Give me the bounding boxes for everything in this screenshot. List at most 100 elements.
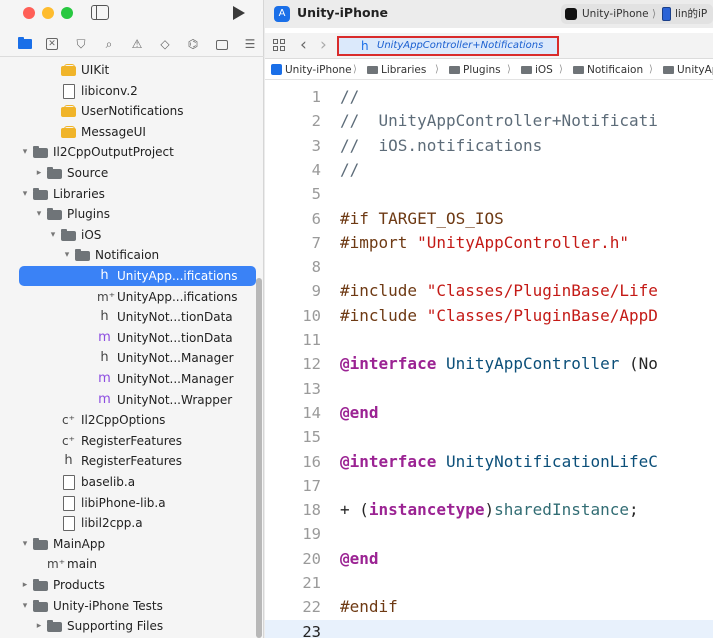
code-token: UnityAppController xyxy=(445,354,620,374)
disclosure-collapsed-icon[interactable]: ▸ xyxy=(34,163,44,183)
jump-bar-item[interactable]: Libraries xyxy=(381,60,426,79)
tree-row[interactable]: ▸ Products xyxy=(0,575,256,595)
tree-row[interactable]: h RegisterFeatures xyxy=(0,451,256,471)
code-line[interactable]: 6 #if TARGET_OS_IOS xyxy=(265,207,713,231)
code-line[interactable]: 9 #include "Classes/PluginBase/Life xyxy=(265,279,713,303)
code-token: @interface xyxy=(340,354,437,374)
code-line[interactable]: 8 xyxy=(265,255,713,279)
source-control-navigator-icon[interactable]: ✕ xyxy=(46,38,58,50)
tree-row[interactable]: libil2cpp.a xyxy=(0,513,256,533)
disclosure-expanded-icon[interactable]: ▾ xyxy=(48,225,58,245)
tree-row[interactable]: ▾ Libraries xyxy=(0,184,256,204)
test-navigator-icon[interactable]: ◇ xyxy=(158,37,172,51)
tree-row[interactable]: h UnityNot...Manager xyxy=(0,348,256,368)
jump-bar-item[interactable]: UnityApp xyxy=(677,60,713,79)
jump-bar-item[interactable]: Notificaion xyxy=(587,60,643,79)
back-chevron-icon[interactable]: ‹ xyxy=(300,35,307,55)
tree-row[interactable]: m UnityNot...tionData xyxy=(0,328,256,348)
code-line[interactable]: 15 xyxy=(265,425,713,449)
disclosure-expanded-icon[interactable]: ▾ xyxy=(34,204,44,224)
folder-icon xyxy=(33,145,48,159)
forward-chevron-icon[interactable]: › xyxy=(320,35,327,55)
run-icon[interactable] xyxy=(233,6,245,20)
bookmark-navigator-icon[interactable]: ⛉ xyxy=(74,37,88,51)
tab-active-file[interactable]: h UnityAppController+Notifications xyxy=(337,36,559,56)
code-line[interactable]: 4 // xyxy=(265,158,713,182)
tree-row[interactable]: m⁺ UnityApp...ifications xyxy=(0,287,256,307)
tree-row-label: UnityNot...Manager xyxy=(117,372,234,386)
tree-row[interactable]: m⁺ main xyxy=(0,554,256,574)
report-navigator-icon[interactable]: ☰ xyxy=(243,37,257,51)
code-line[interactable]: 19 xyxy=(265,522,713,546)
tree-row[interactable]: h UnityNot...tionData xyxy=(0,307,256,327)
tree-row[interactable]: libiPhone-lib.a xyxy=(0,493,256,513)
line-number: 4 xyxy=(311,160,321,179)
project-navigator-icon[interactable] xyxy=(18,37,32,51)
tree-row[interactable]: baselib.a xyxy=(0,472,256,492)
run-destination-scheme: Unity-iPhone xyxy=(582,8,649,20)
tree-row[interactable]: c⁺ Il2CppOptions xyxy=(0,410,256,430)
jump-bar-item[interactable]: iOS xyxy=(535,60,553,79)
breakpoint-navigator-icon[interactable] xyxy=(216,40,228,50)
tree-row[interactable]: UIKit xyxy=(0,60,256,80)
tree-row[interactable]: ▾ Il2CppOutputProject xyxy=(0,142,256,162)
disclosure-expanded-icon[interactable]: ▾ xyxy=(62,245,72,265)
disclosure-collapsed-icon[interactable]: ▸ xyxy=(34,616,44,636)
code-line[interactable]: 3 // iOS.notifications xyxy=(265,134,713,158)
tree-row-label: UnityNot...Manager xyxy=(117,351,234,366)
tree-row[interactable]: UserNotifications xyxy=(0,101,256,121)
code-line[interactable]: 2 // UnityAppController+Notificati xyxy=(265,109,713,133)
tree-row[interactable]: m UnityNot...Wrapper xyxy=(0,390,256,410)
code-line[interactable]: 7 #import "UnityAppController.h" xyxy=(265,231,713,255)
code-line[interactable]: 5 xyxy=(265,182,713,206)
tree-row[interactable]: MessageUI xyxy=(0,122,256,142)
tree-row[interactable]: ▾ Unity-iPhone Tests xyxy=(0,596,256,616)
code-line[interactable]: 14 @end xyxy=(265,401,713,425)
jump-bar-item[interactable]: Unity-iPhone xyxy=(285,60,352,79)
code-line[interactable]: 20 @end xyxy=(265,547,713,571)
code-line[interactable]: 22 #endif xyxy=(265,595,713,619)
code-line[interactable]: 10 #include "Classes/PluginBase/AppD xyxy=(265,304,713,328)
disclosure-collapsed-icon[interactable]: ▸ xyxy=(20,575,30,595)
code-line[interactable]: 16 @interface UnityNotificationLifeC xyxy=(265,450,713,474)
code-line[interactable]: 17 xyxy=(265,474,713,498)
jump-bar-item[interactable]: Plugins xyxy=(463,60,501,79)
code-line[interactable]: 1 // xyxy=(265,85,713,109)
scheme-title[interactable]: Unity-iPhone xyxy=(297,5,388,20)
code-line[interactable]: 11 xyxy=(265,328,713,352)
debug-navigator-icon[interactable]: ⌬ xyxy=(186,37,200,51)
zoom-window-button[interactable] xyxy=(61,7,73,19)
issue-navigator-icon[interactable]: ⚠ xyxy=(130,37,144,51)
run-destination-selector[interactable]: Unity-iPhone ⟩ lin的iP xyxy=(561,4,713,24)
folder-icon xyxy=(449,65,460,74)
minimize-window-button[interactable] xyxy=(42,7,54,19)
disclosure-expanded-icon[interactable]: ▾ xyxy=(20,534,30,554)
code-line[interactable]: 18 + (instancetype)sharedInstance; xyxy=(265,498,713,522)
code-token: #include xyxy=(340,305,427,325)
code-line[interactable]: 21 xyxy=(265,571,713,595)
tree-row[interactable]: ▾ MainApp xyxy=(0,534,256,554)
tree-row[interactable]: ▾ Notificaion xyxy=(0,245,256,265)
tree-row[interactable]: ▸ Source xyxy=(0,163,256,183)
code-line[interactable]: 23 xyxy=(265,619,713,638)
tree-row[interactable]: ▸ Supporting Files xyxy=(0,616,256,636)
tree-row[interactable]: c⁺ RegisterFeatures xyxy=(0,431,256,451)
disclosure-expanded-icon[interactable]: ▾ xyxy=(20,184,30,204)
m-file-icon: m xyxy=(98,371,111,386)
find-navigator-icon[interactable]: ⌕ xyxy=(102,37,116,51)
related-items-grid-icon[interactable] xyxy=(273,39,286,52)
source-editor[interactable]: 1 // 2 // UnityAppController+Notificati 3 // … xyxy=(265,81,713,638)
line-number: 14 xyxy=(302,403,321,422)
disclosure-expanded-icon[interactable]: ▾ xyxy=(20,142,30,162)
navigator-scrollbar[interactable] xyxy=(256,278,262,638)
tree-row[interactable]: libiconv.2 xyxy=(0,81,256,101)
tree-row[interactable]: ▾ iOS xyxy=(0,225,256,245)
sidebar-toggle-icon[interactable] xyxy=(91,5,109,20)
disclosure-expanded-icon[interactable]: ▾ xyxy=(20,596,30,616)
tree-row-selected[interactable]: h UnityApp...ifications xyxy=(19,266,256,286)
tree-row[interactable]: ▾ Plugins xyxy=(0,204,256,224)
code-line[interactable]: 12 @interface UnityAppController (No xyxy=(265,352,713,376)
close-window-button[interactable] xyxy=(23,7,35,19)
code-line[interactable]: 13 xyxy=(265,377,713,401)
tree-row[interactable]: m UnityNot...Manager xyxy=(0,369,256,389)
